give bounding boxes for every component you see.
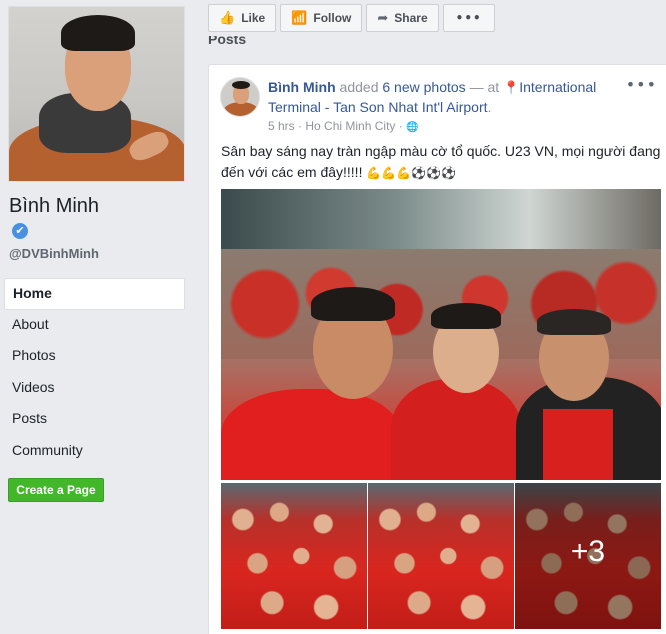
profile-picture[interactable] (8, 6, 185, 182)
post-photo-thumb-2[interactable] (368, 483, 514, 629)
page-nav: Home About Photos Videos Posts Community (4, 278, 185, 467)
meta-separator-2: · (398, 119, 403, 133)
post-card: Bình Minh added 6 new photos — at 📍Inter… (208, 64, 666, 634)
photo-person-2-shirt (391, 379, 521, 480)
post-timestamp[interactable]: 5 hrs (268, 119, 295, 133)
post-at-text: — at (469, 79, 500, 95)
nav-item-photos[interactable]: Photos (4, 341, 185, 373)
photo-person-3-shirt (543, 409, 613, 480)
globe-icon[interactable]: 🌐 (406, 122, 418, 133)
like-button[interactable]: 👍 Like (208, 4, 277, 32)
post-meta: 5 hrs · Ho Chi Minh City · 🌐 (268, 119, 419, 133)
nav-item-community[interactable]: Community (4, 436, 185, 468)
profile-picture-hair (61, 15, 135, 51)
meta-separator: · (298, 119, 303, 133)
follow-button[interactable]: 📶 Follow (280, 4, 363, 32)
page-name[interactable]: Bình Minh (9, 195, 99, 218)
post-author-link[interactable]: Bình Minh (268, 79, 336, 95)
verified-badge-icon: ✔ (12, 223, 28, 239)
more-photos-count: +3 (570, 535, 606, 568)
left-column: Bình Minh ✔ @DVBinhMinh Home About Photo… (0, 0, 196, 634)
rss-icon: 📶 (291, 10, 308, 26)
post-added-text: added (339, 79, 379, 95)
post-emojis: 💪💪💪⚽⚽⚽ (366, 166, 457, 180)
posts-section-label: Posts (208, 36, 247, 47)
post-menu-icon[interactable]: ••• (626, 75, 657, 94)
like-label: Like (241, 11, 266, 25)
thumbs-up-icon: 👍 (219, 10, 236, 26)
nav-item-home[interactable]: Home (4, 278, 185, 310)
post-header: Bình Minh added 6 new photos — at 📍Inter… (268, 78, 643, 117)
post-city-link[interactable]: Ho Chi Minh City (305, 119, 395, 133)
photo-person-3-hair (537, 309, 611, 335)
location-pin-icon: 📍 (503, 81, 520, 96)
page-handle[interactable]: @DVBinhMinh (9, 246, 99, 261)
more-options-button[interactable]: ••• (442, 4, 495, 32)
follow-label: Follow (313, 11, 352, 25)
post-period: . (487, 99, 492, 115)
post-photos-link[interactable]: 6 new photos (382, 79, 465, 95)
nav-item-videos[interactable]: Videos (4, 373, 185, 405)
page-action-bar: 👍 Like 📶 Follow ➦ Share ••• (208, 4, 499, 32)
post-text: Sân bay sáng nay tràn ngập màu cờ tổ quố… (221, 141, 661, 184)
post-photo-thumb-3[interactable]: +3 (515, 483, 661, 629)
share-arrow-icon: ➦ (377, 10, 389, 26)
nav-item-about[interactable]: About (4, 310, 185, 342)
avatar-hair (232, 81, 250, 89)
post-photo-main[interactable] (221, 189, 661, 480)
photo-person-2-hair (431, 303, 501, 329)
post-photo-thumb-1[interactable] (221, 483, 367, 629)
photo-person-1-hair (311, 287, 395, 321)
photo-person-1-shirt (221, 389, 401, 480)
share-label: Share (394, 11, 428, 25)
create-page-button[interactable]: Create a Page (8, 478, 104, 502)
nav-item-posts[interactable]: Posts (4, 404, 185, 436)
share-button[interactable]: ➦ Share (366, 4, 439, 32)
post-author-avatar[interactable] (220, 77, 260, 117)
avatar-body (223, 102, 259, 116)
